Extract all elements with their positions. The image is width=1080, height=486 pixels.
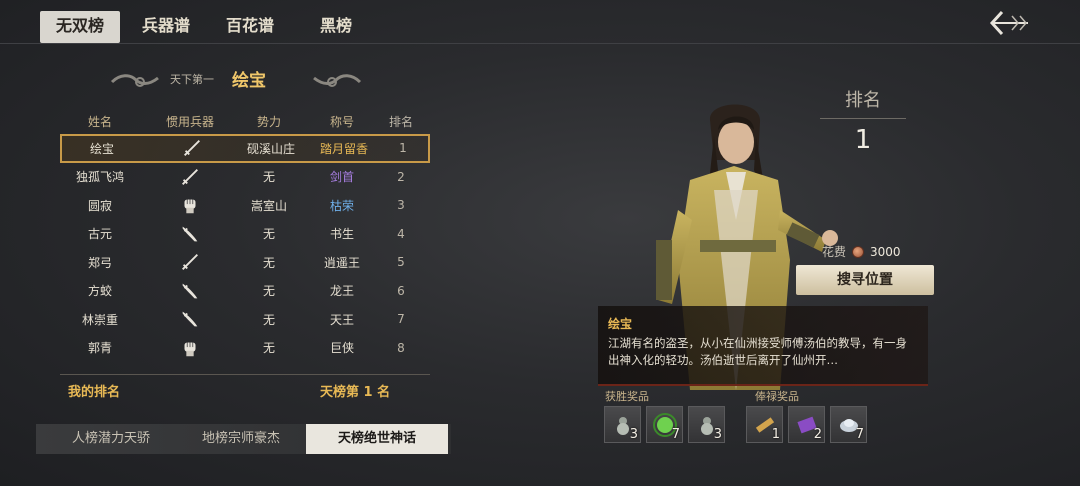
cell-title: 剑首 (329, 170, 354, 185)
cell-title: 巨侠 (329, 341, 354, 356)
table-row[interactable]: 方蛟 无 龙王 6 (60, 277, 430, 306)
coin-icon (852, 245, 865, 258)
tab-human-tier[interactable]: 人榜潜力天骄 (46, 424, 176, 454)
sword-icon (148, 163, 232, 192)
blade-icon (148, 305, 232, 334)
cell-faction: 嵩室山 (250, 198, 287, 213)
cell-faction: 无 (262, 312, 275, 327)
cell-title: 逍遥王 (323, 255, 360, 270)
table-row[interactable]: 绘宝 砚溪山庄 踏月留香 1 (60, 134, 430, 163)
reward-item[interactable]: 7 (646, 406, 683, 443)
cell-faction: 无 (262, 284, 275, 299)
cell-name: 绘宝 (89, 141, 114, 156)
reward-item[interactable]: 1 (746, 406, 783, 443)
cell-title: 踏月留香 (319, 141, 368, 156)
win-rewards-label: 获胜奖品 (605, 390, 649, 403)
cell-title: 龙王 (329, 284, 354, 299)
tab-heaven-tier[interactable]: 天榜绝世神话 (306, 424, 448, 454)
cell-name: 圆寂 (87, 198, 112, 213)
tab-flowers[interactable]: 百花谱 (210, 11, 290, 43)
reward-count: 3 (629, 427, 638, 442)
cell-title: 枯荣 (329, 198, 354, 213)
rank-display: 排名 1 (820, 86, 906, 156)
ranking-table: 姓名 惯用兵器 势力 称号 排名 绘宝 砚溪山庄 踏月留香 1 独孤飞鸿无剑首 2 圆寂 嵩室… (60, 108, 430, 362)
cloud-ornament-icon (110, 74, 159, 87)
table-row[interactable]: 郑弓 无 逍遥王 5 (60, 248, 430, 277)
cloud-ornament-icon (313, 74, 362, 87)
cell-name: 郭青 (87, 341, 112, 356)
reward-count: 2 (813, 427, 822, 442)
header-faction: 势力 (256, 114, 281, 129)
reward-item[interactable]: 3 (604, 406, 641, 443)
tab-wushuang[interactable]: 无双榜 (40, 11, 120, 43)
cell-name: 林崇重 (81, 312, 118, 327)
header-name: 姓名 (87, 114, 112, 129)
cell-rank: 4 (397, 226, 405, 241)
cell-rank: 6 (397, 283, 405, 298)
cell-faction: 砚溪山庄 (246, 141, 295, 156)
cost-amount: 3000 (870, 244, 901, 259)
fist-icon (148, 334, 232, 363)
reward-item[interactable]: 7 (830, 406, 867, 443)
cell-faction: 无 (262, 170, 275, 185)
top-tab-bar: 无双榜 兵器谱 百花谱 黑榜 (0, 0, 1080, 44)
table-row[interactable]: 林崇重 无 天王 7 (60, 305, 430, 334)
cell-name: 方蛟 (87, 284, 112, 299)
back-arrow-icon[interactable] (988, 8, 1032, 38)
header-title: 称号 (329, 114, 354, 129)
my-rank-label: 我的排名 (68, 385, 121, 400)
rank-value: 1 (854, 125, 872, 155)
cell-name: 郑弓 (87, 255, 112, 270)
blade-icon (148, 220, 232, 249)
character-description-panel: 绘宝 江湖有名的盗圣，从小在仙洲接受师傅汤伯的教导，有一身出神入化的轻功。汤伯逝… (598, 306, 928, 386)
blade-icon (148, 277, 232, 306)
cell-title: 天王 (329, 312, 354, 327)
table-row[interactable]: 古元 无 书生 4 (60, 220, 430, 249)
tab-earth-tier[interactable]: 地榜宗师豪杰 (176, 424, 306, 454)
cell-rank: 1 (399, 141, 407, 156)
table-row[interactable]: 独孤飞鸿 无 剑首 2 (60, 163, 430, 192)
character-name: 绘宝 (608, 317, 633, 331)
heading-tag: 天下第一 (170, 73, 214, 86)
cost-display: 花费 3000 (822, 243, 901, 260)
my-rank-value: 天榜第 1 名 (320, 385, 391, 400)
cell-faction: 无 (262, 227, 275, 242)
header-rank: 排名 (388, 114, 413, 129)
reward-item[interactable]: 2 (788, 406, 825, 443)
cell-rank: 5 (397, 255, 405, 270)
table-row[interactable]: 郭青 无 巨侠 8 (60, 334, 430, 363)
cell-name: 古元 (87, 227, 112, 242)
reward-count: 3 (713, 427, 722, 442)
cell-title: 书生 (329, 227, 354, 242)
cell-name: 独孤飞鸿 (75, 170, 124, 185)
tab-weapons[interactable]: 兵器谱 (126, 11, 206, 43)
sword-icon (148, 248, 232, 277)
reward-item[interactable]: 3 (688, 406, 725, 443)
my-rank-bar: 我的排名 天榜第 1 名 (60, 374, 430, 404)
rank-label: 排名 (820, 86, 906, 119)
header-weapon: 惯用兵器 (165, 114, 214, 129)
table-header: 姓名 惯用兵器 势力 称号 排名 (60, 108, 430, 134)
fist-icon (148, 191, 232, 220)
heading-name: 绘宝 (232, 71, 266, 91)
reward-count: 7 (671, 427, 680, 442)
salary-rewards-label: 俸禄奖品 (755, 390, 799, 403)
top-ranked-heading: 天下第一 绘宝 (110, 60, 370, 96)
sword-icon (150, 136, 234, 161)
cost-label: 花费 (822, 245, 847, 259)
character-description: 江湖有名的盗圣，从小在仙洲接受师傅汤伯的教导，有一身出神入化的轻功。汤伯逝世后离… (608, 336, 907, 367)
cell-faction: 无 (262, 341, 275, 356)
tab-black-list[interactable]: 黑榜 (296, 11, 376, 43)
cell-rank: 2 (397, 169, 405, 184)
cell-rank: 8 (397, 340, 405, 355)
reward-count: 1 (771, 427, 780, 442)
table-row[interactable]: 圆寂 嵩室山 枯荣 3 (60, 191, 430, 220)
search-location-button[interactable]: 搜寻位置 (796, 265, 934, 295)
tier-tabs: 人榜潜力天骄 地榜宗师豪杰 天榜绝世神话 (36, 424, 451, 454)
cell-faction: 无 (262, 255, 275, 270)
cell-rank: 7 (397, 312, 405, 327)
reward-count: 7 (855, 427, 864, 442)
cell-rank: 3 (397, 198, 405, 213)
